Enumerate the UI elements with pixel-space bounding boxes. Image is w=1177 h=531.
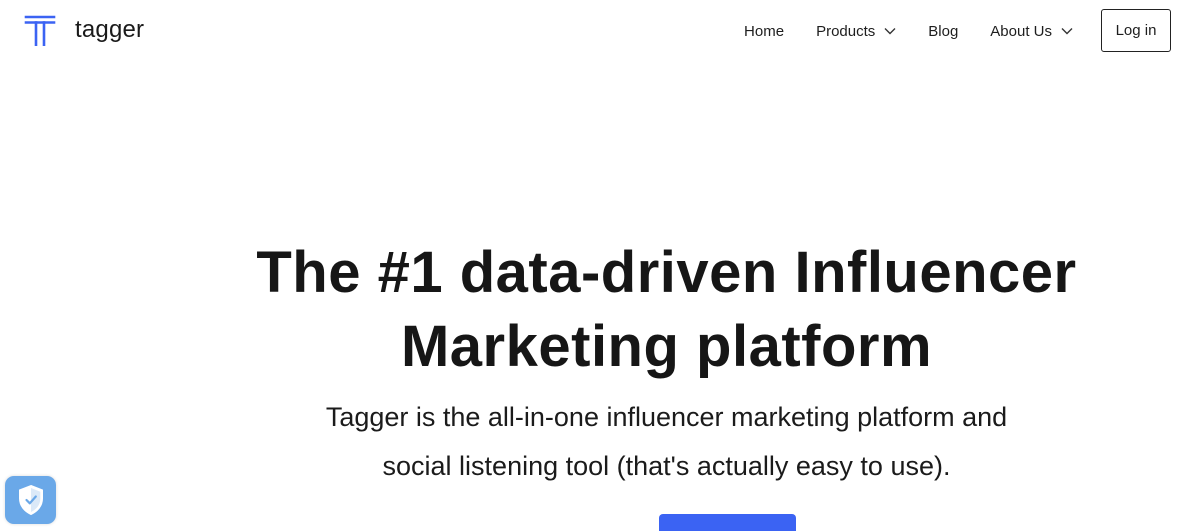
hero-title-line: The #1 data-driven Influencer — [256, 240, 1077, 305]
cta-button[interactable] — [659, 514, 796, 531]
nav-item-label: Blog — [928, 22, 959, 40]
nav-item-label: About Us — [990, 22, 1052, 40]
security-widget-button[interactable] — [5, 476, 56, 524]
shield-check-icon — [18, 484, 43, 516]
hero-title: The #1 data-driven Influencer Marketing … — [160, 236, 1173, 384]
hero-subtitle-line: Tagger is the all-in-one influencer mark… — [325, 402, 1008, 432]
nav-item-label: Home — [744, 22, 785, 40]
chevron-down-icon — [1061, 28, 1073, 35]
nav-item-blog[interactable]: Blog — [928, 23, 958, 40]
tagger-t-logo-icon — [24, 15, 56, 46]
nav-item-label: Products — [816, 22, 876, 40]
hero-subtitle-line: social listening tool (that's actually e… — [382, 451, 951, 481]
brand-name: tagger — [75, 16, 145, 43]
nav-item-home[interactable]: Home — [744, 23, 784, 40]
hero-subtitle: Tagger is the all-in-one influencer mark… — [160, 393, 1173, 491]
nav-item-about-us[interactable]: About Us — [990, 23, 1073, 40]
chevron-down-icon — [884, 28, 896, 35]
main-nav: Home Products Blog About Us — [744, 0, 1073, 62]
site-header: tagger Home Products Blog About Us Log i… — [0, 0, 1177, 62]
hero-title-line: Marketing platform — [400, 314, 933, 379]
brand-home-link[interactable]: tagger — [24, 14, 144, 46]
page: tagger Home Products Blog About Us Log i… — [0, 0, 1177, 531]
nav-item-products[interactable]: Products — [816, 23, 896, 40]
login-button[interactable]: Log in — [1101, 9, 1171, 52]
